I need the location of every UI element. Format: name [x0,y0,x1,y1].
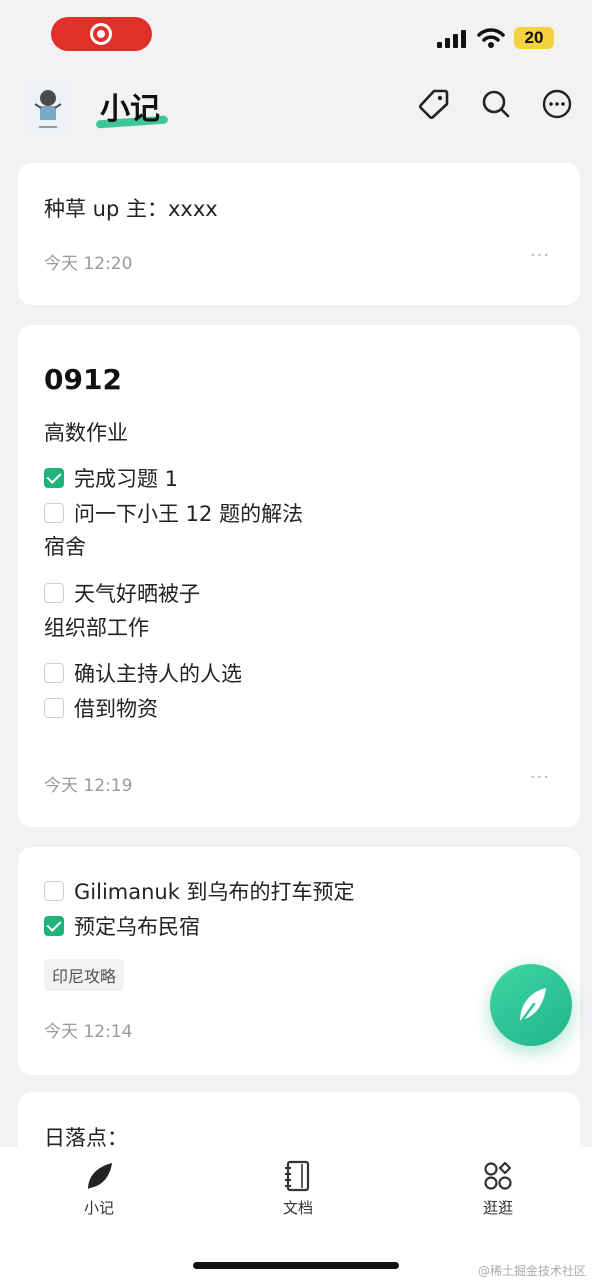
tag-icon[interactable] [418,88,450,120]
checklist-item-label: 确认主持人的人选 [74,662,242,686]
checkbox[interactable] [44,503,64,523]
new-note-button[interactable] [490,964,572,1046]
search-icon[interactable] [480,88,512,120]
battery-indicator: 20 [514,27,554,49]
bottom-navigation: 小记 文档 逛逛 [0,1147,592,1280]
page-title-wrapper: 小记 [95,84,169,129]
note-timestamp: 今天 12:20 [44,254,133,274]
note-more-button[interactable]: ··· [530,245,550,266]
checkbox[interactable] [44,468,64,488]
section-title: 组织部工作 [44,616,149,640]
app-header: 小记 [0,70,592,150]
section-title: 宿舍 [44,535,86,559]
tab-explore[interactable]: 逛逛 [458,1159,538,1218]
checklist-item[interactable]: 预定乌布民宿 [44,911,200,941]
checklist-item-label: 借到物资 [74,697,158,721]
notebook-icon [285,1160,310,1192]
feather-icon [88,1163,112,1189]
home-indicator[interactable] [193,1262,399,1269]
checkbox[interactable] [44,663,64,683]
checklist-item[interactable]: 问一下小王 12 题的解法 [44,498,303,528]
checklist-item-label: 完成习题 1 [74,467,179,491]
checklist-item[interactable]: 确认主持人的人选 [44,658,242,688]
checklist-item[interactable]: 完成习题 1 [44,463,178,493]
feather-icon [516,988,546,1028]
record-icon [90,23,112,45]
tab-label: 小记 [83,1199,114,1217]
section-title: 高数作业 [44,421,128,445]
explore-icon [484,1161,512,1190]
checkbox[interactable] [44,881,64,901]
note-card[interactable]: 0912 高数作业 完成习题 1 问一下小王 12 题的解法 宿舍 天气好晒被子… [18,325,580,827]
checklist-item[interactable]: 借到物资 [44,693,158,723]
more-icon[interactable] [541,88,573,120]
note-more-button[interactable]: ··· [530,767,550,788]
checklist-item-label: 预定乌布民宿 [74,915,200,939]
tab-documents[interactable]: 文档 [258,1159,338,1218]
checkbox[interactable] [44,583,64,603]
screen-recording-indicator[interactable] [51,17,152,51]
avatar[interactable] [27,82,69,134]
note-tag[interactable]: 印尼攻略 [44,959,125,991]
note-timestamp: 今天 12:14 [44,1022,133,1042]
checkbox[interactable] [44,916,64,936]
status-bar: 20 [0,0,592,70]
wifi-icon [477,28,505,48]
note-text: 种草 up 主：xxxx [44,197,218,221]
note-heading: 0912 [44,363,122,396]
checklist-item-label: 问一下小王 12 题的解法 [74,502,304,526]
checklist-item-label: Gilimanuk 到乌布的打车预定 [74,880,355,904]
cellular-signal-icon [437,30,467,48]
tab-label: 逛逛 [482,1199,513,1217]
checklist-item-label: 天气好晒被子 [74,582,200,606]
page-title: 小记 [100,92,160,127]
checklist-item[interactable]: 天气好晒被子 [44,578,200,608]
tab-label: 文档 [282,1199,313,1217]
note-card[interactable]: 种草 up 主：xxxx 今天 12:20 ··· [18,163,580,305]
note-timestamp: 今天 12:19 [44,776,133,796]
watermark: @稀土掘金技术社区 [477,1264,586,1278]
tab-notes[interactable]: 小记 [59,1159,139,1218]
checklist-item[interactable]: Gilimanuk 到乌布的打车预定 [44,876,355,906]
checkbox[interactable] [44,698,64,718]
